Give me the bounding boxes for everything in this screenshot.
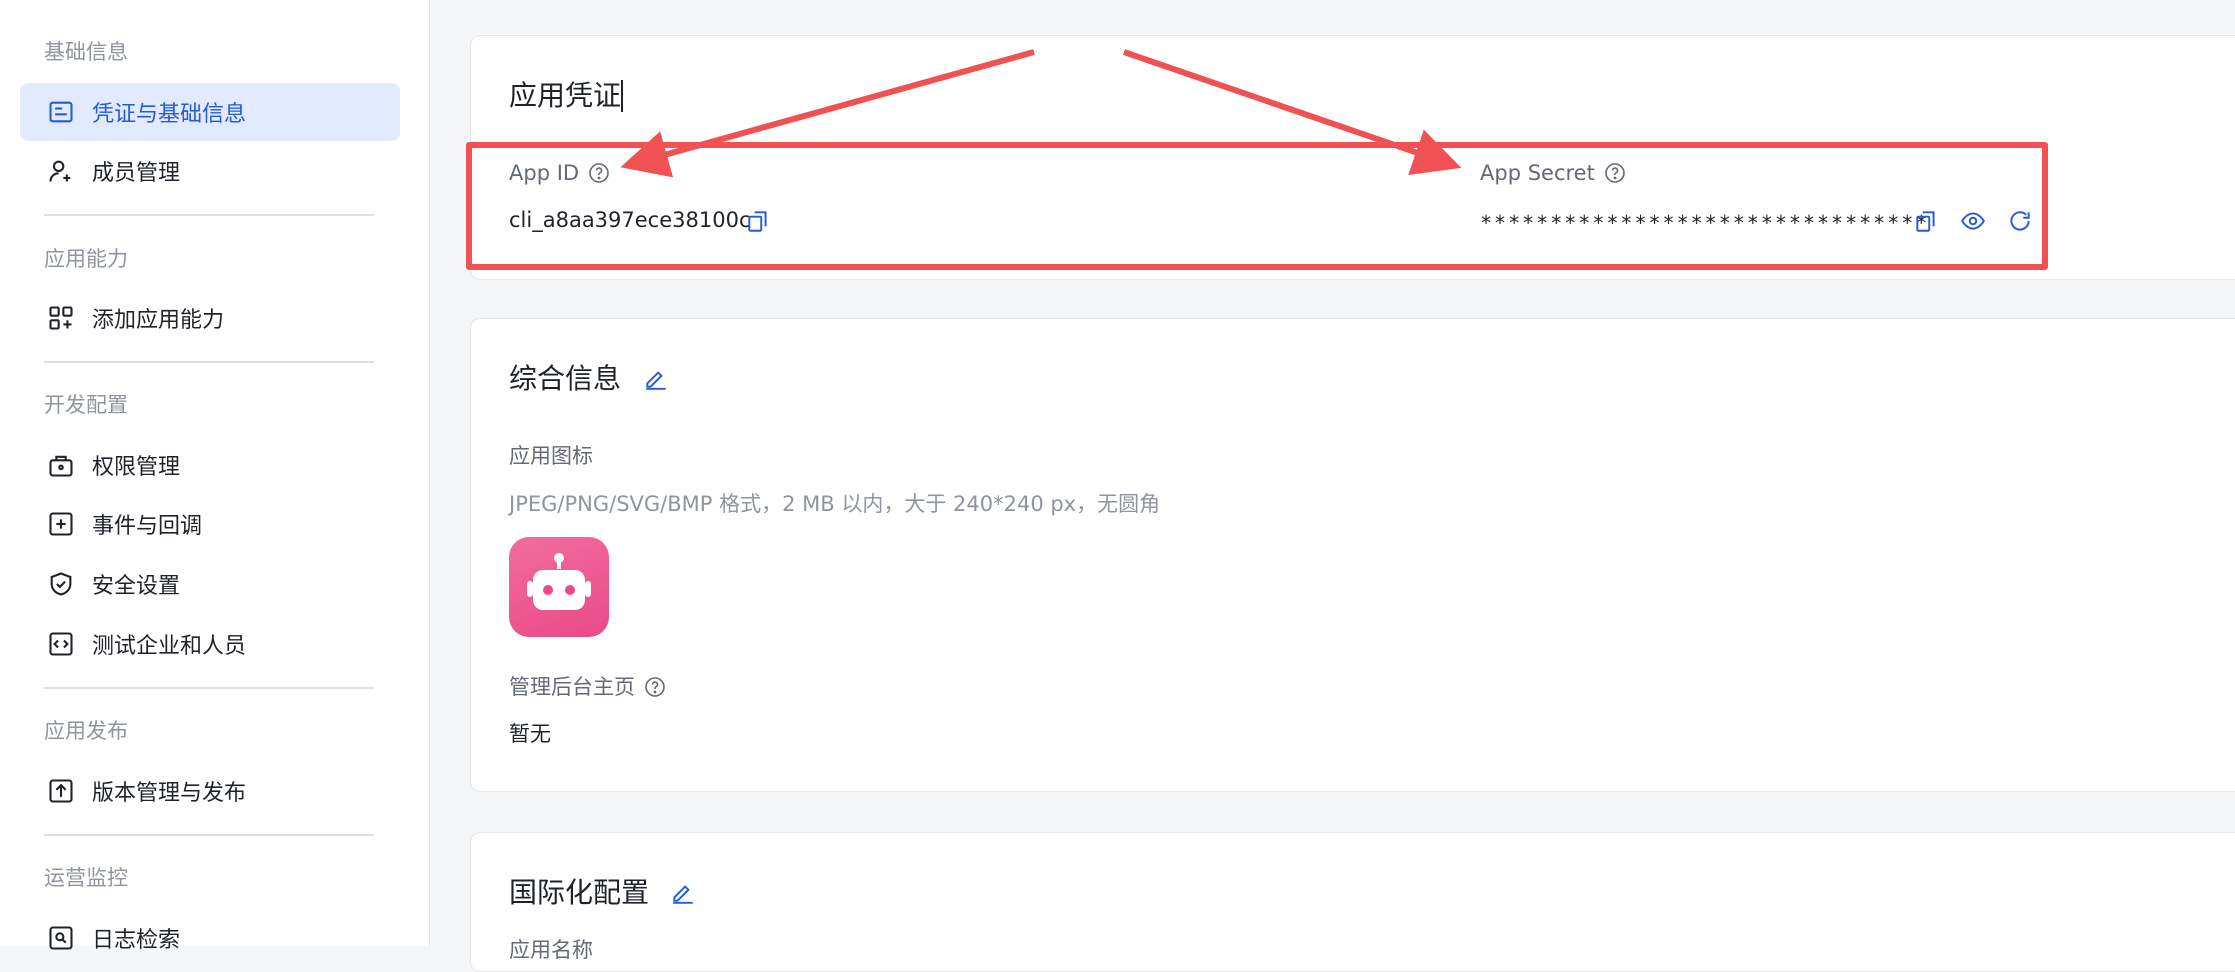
annotation-arrows	[620, 49, 1462, 178]
annotation-arrow-right	[1123, 49, 1462, 176]
annotation-arrow-left	[620, 49, 1035, 178]
